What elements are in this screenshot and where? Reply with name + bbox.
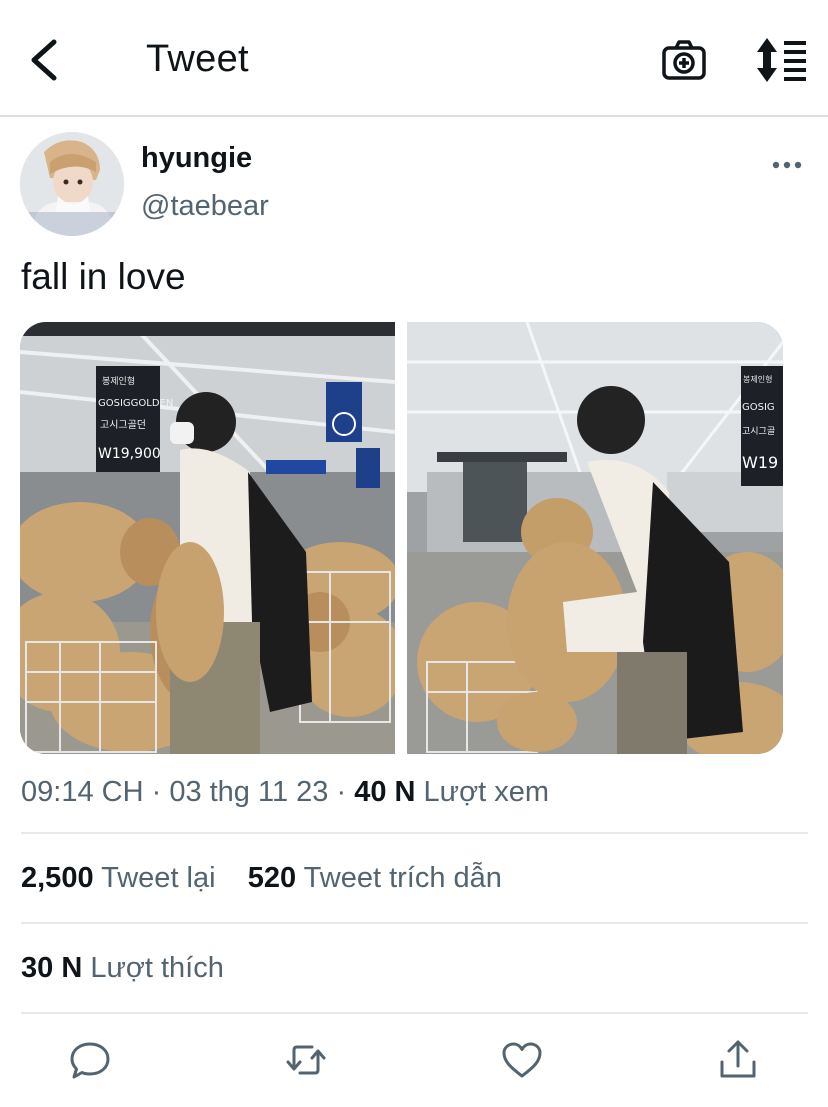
views-label: Lượt xem — [423, 776, 550, 808]
divider — [21, 1012, 808, 1014]
sign-text-3: 고시그골던 — [100, 419, 146, 431]
divider — [21, 922, 808, 924]
photo-2-image: 봉제인형 GOSIG 고시그골 W19 — [407, 322, 783, 754]
display-name[interactable]: hyungie — [141, 142, 252, 175]
reply-icon — [70, 1042, 110, 1079]
more-dots-icon — [772, 161, 802, 169]
tweet-meta: 09:14 CH · 03 thg 11 23 · 40 N Lượt xem — [21, 776, 549, 809]
avatar-image — [20, 132, 124, 236]
more-options-button[interactable] — [770, 154, 804, 176]
share-icon — [720, 1040, 756, 1078]
photo-1-image: 봉제인형 GOSIGGOLDEN 고시그골던 W19,900 — [20, 322, 395, 754]
sign2-text-4: W19 — [742, 453, 778, 472]
sign2-text-1: 봉제인형 — [743, 374, 772, 384]
sign2-text-3: 고시그골 — [742, 426, 775, 437]
tweet-photo-2[interactable]: 봉제인형 GOSIG 고시그골 W19 — [407, 322, 783, 754]
sort-button[interactable] — [754, 36, 808, 84]
camera-plus-icon — [662, 40, 706, 80]
camera-button[interactable] — [660, 38, 708, 82]
quotes-label[interactable]: Tweet trích dẫn — [304, 862, 502, 894]
sort-lines-icon — [757, 38, 806, 82]
tweet-text: fall in love — [21, 256, 186, 297]
like-icon — [502, 1042, 542, 1078]
reply-button[interactable] — [68, 1038, 112, 1082]
avatar[interactable] — [20, 132, 124, 236]
user-handle[interactable]: @taebear — [141, 190, 269, 223]
like-button[interactable] — [500, 1038, 544, 1082]
sign2-text-2: GOSIG — [742, 402, 775, 413]
sign-text-2: GOSIGGOLDEN — [98, 398, 173, 409]
sign-text-4: W19,900 — [98, 446, 161, 462]
retweet-stats: 2,500 Tweet lại 520 Tweet trích dẫn — [21, 862, 502, 895]
meta-separator: · — [151, 776, 162, 808]
likes-label[interactable]: Lượt thích — [90, 952, 224, 984]
divider — [21, 832, 808, 834]
tweet-media: 봉제인형 GOSIGGOLDEN 고시그골던 W19,900 봉제인형 GOSI… — [20, 322, 783, 754]
tweet-time: 09:14 CH — [21, 776, 144, 808]
share-button[interactable] — [716, 1038, 760, 1082]
views-count: 40 N — [354, 776, 416, 808]
tweet-date: 03 thg 11 23 — [169, 776, 329, 808]
retweet-button[interactable] — [284, 1038, 328, 1082]
quotes-count[interactable]: 520 — [248, 862, 296, 894]
sign-text-1: 봉제인형 — [102, 376, 135, 387]
top-bar: Tweet — [0, 0, 828, 117]
tweet-photo-1[interactable]: 봉제인형 GOSIGGOLDEN 고시그골던 W19,900 — [20, 322, 395, 754]
back-button[interactable] — [26, 38, 66, 82]
retweets-count[interactable]: 2,500 — [21, 862, 94, 894]
likes-count[interactable]: 30 N — [21, 952, 82, 984]
retweets-label[interactable]: Tweet lại — [101, 862, 215, 894]
meta-separator: · — [336, 776, 347, 808]
chevron-left-icon — [31, 39, 57, 81]
like-stats: 30 N Lượt thích — [21, 952, 224, 985]
retweet-icon — [286, 1045, 326, 1075]
page-title: Tweet — [146, 38, 249, 80]
